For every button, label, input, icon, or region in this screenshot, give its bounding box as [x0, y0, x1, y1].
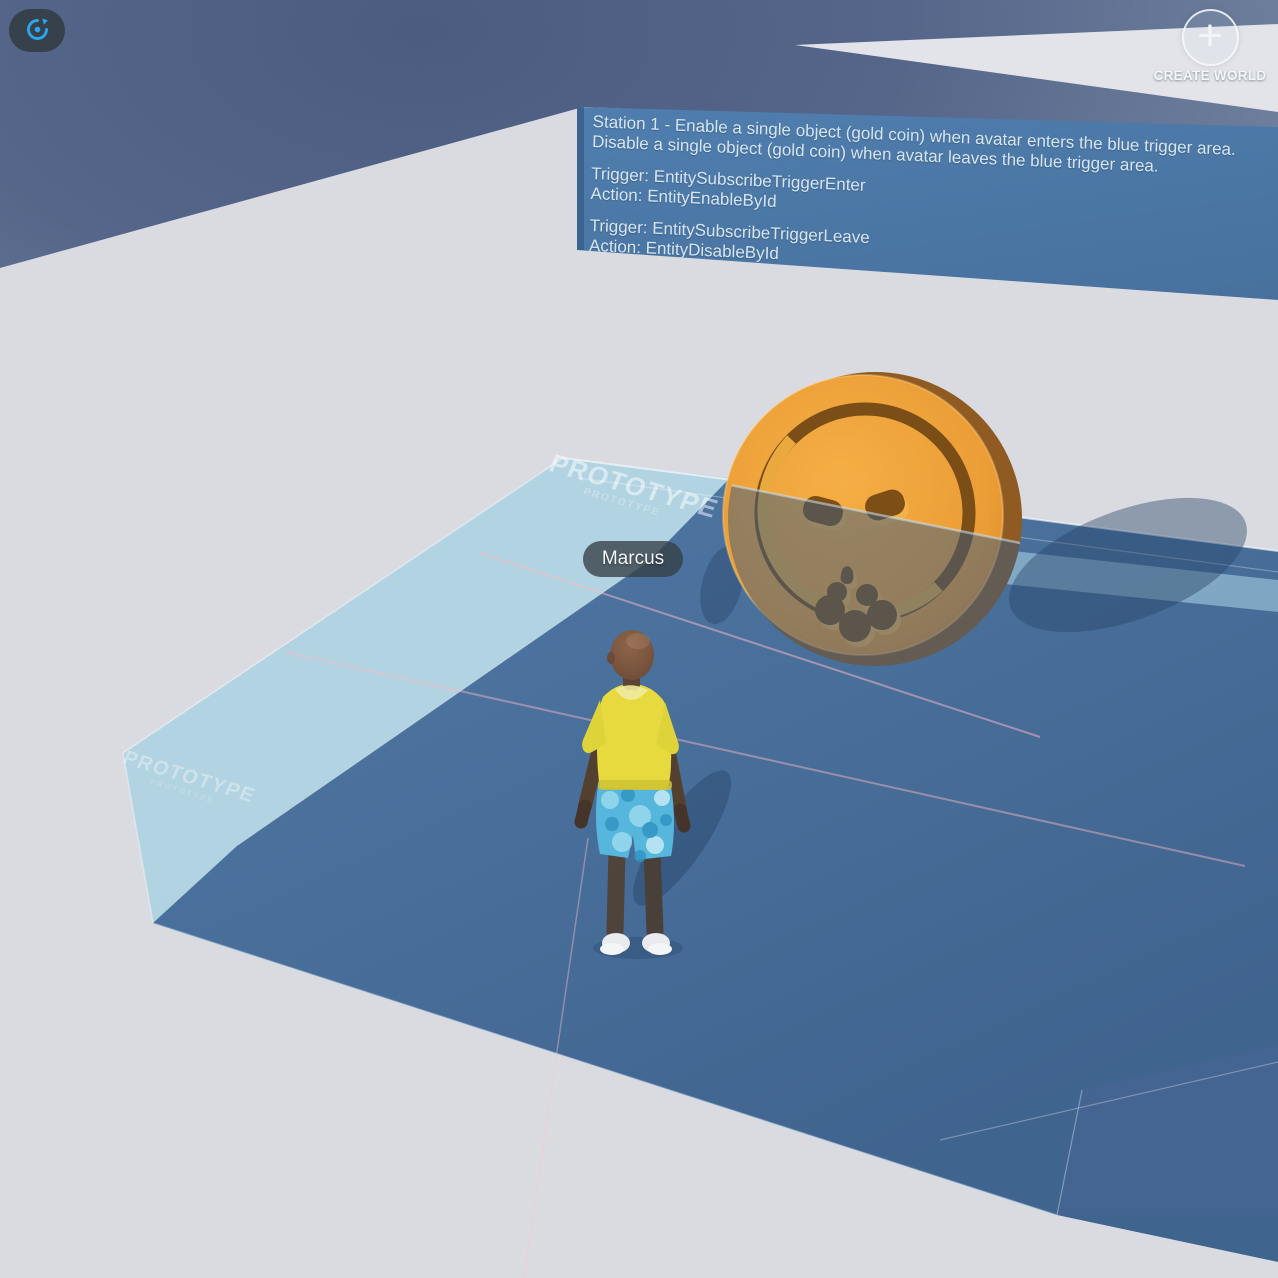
prototype-watermark: PROTOTYPE PROTOTYPE [116, 748, 259, 816]
sign-side-edge [577, 107, 584, 250]
create-world-control: + CREATE WORLD [1140, 9, 1278, 83]
world-viewport: Station 1 - Enable a single object (gold… [0, 0, 1278, 1278]
station-sign: Station 1 - Enable a single object (gold… [577, 106, 1278, 306]
create-world-label: CREATE WORLD [1140, 68, 1278, 83]
watermark-text: PROTOTYPE [545, 448, 723, 524]
avatar-name-label: Marcus [602, 548, 664, 570]
avatar-shorts [596, 786, 674, 862]
sign-text: Station 1 - Enable a single object (gold… [589, 112, 1278, 289]
prototype-watermark: PROTOTYPE PROTOTYPE [541, 450, 723, 533]
avatar-legs [615, 850, 655, 932]
watermark-subtext: PROTOTYPE [148, 778, 249, 815]
avatar-marcus [560, 620, 725, 970]
create-world-button[interactable]: + [1182, 9, 1239, 66]
gold-skull-coin [715, 360, 1035, 680]
avatar-shoes [600, 933, 672, 955]
watermark-text: PROTOTYPE [119, 747, 259, 807]
orbit-reset-icon [24, 16, 51, 46]
watermark-subtext: PROTOTYPE [581, 488, 711, 533]
avatar-nametag: Marcus [583, 541, 683, 577]
view-reset-button[interactable] [9, 9, 65, 52]
plus-icon: + [1197, 16, 1223, 56]
